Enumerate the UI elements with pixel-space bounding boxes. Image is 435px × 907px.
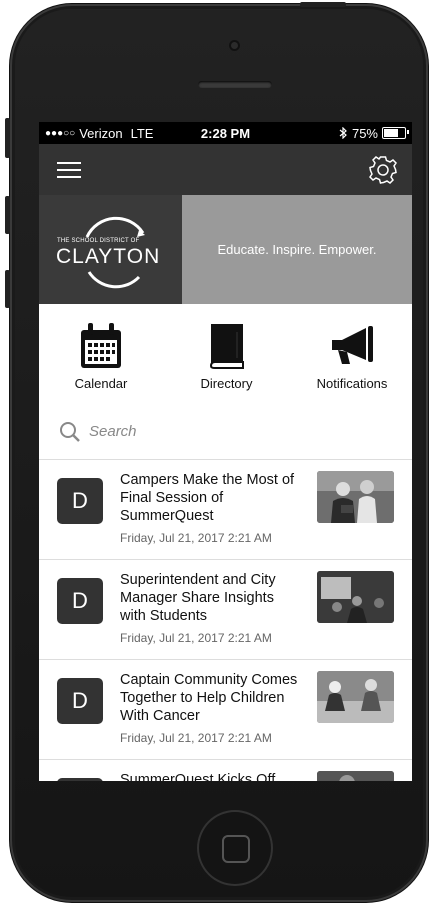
mute-switch[interactable] — [5, 118, 10, 158]
news-title: Campers Make the Most of Final Session o… — [120, 472, 295, 524]
news-title: SummerQuest Kicks Off — [120, 772, 276, 781]
avatar: D — [57, 678, 103, 724]
quicklink-calendar[interactable]: Calendar — [51, 304, 151, 404]
news-title: Captain Community Comes Together to Help… — [120, 672, 298, 724]
volume-down-button[interactable] — [5, 270, 10, 308]
news-date: Friday, Jul 21, 2017 2:21 AM — [120, 731, 272, 745]
news-item[interactable]: D Superintendent and City Manager Share … — [39, 560, 412, 660]
news-date: Friday, Jul 21, 2017 2:21 AM — [120, 631, 272, 645]
app-screen: ●●●○○ Verizon LTE 2:28 PM 75% THE SCHOOL… — [39, 122, 412, 781]
news-date: Friday, Jul 21, 2017 2:21 AM — [120, 531, 272, 545]
district-banner: THE SCHOOL DISTRICT OF CLAYTON Educate. … — [39, 195, 412, 304]
news-list: D Campers Make the Most of Final Session… — [39, 460, 412, 781]
quick-links: Calendar Directory Notifications — [39, 304, 412, 404]
logo-title: CLAYTON — [56, 245, 161, 268]
news-title: Superintendent and City Manager Share In… — [120, 572, 276, 624]
megaphone-icon — [332, 326, 373, 364]
news-thumbnail — [317, 671, 394, 723]
news-thumbnail — [317, 471, 394, 523]
menu-icon[interactable] — [57, 161, 81, 178]
status-time: 2:28 PM — [200, 125, 251, 141]
front-camera — [229, 40, 240, 51]
search-icon — [60, 421, 80, 442]
search-input[interactable]: Search — [89, 423, 137, 440]
logo-subtitle: THE SCHOOL DISTRICT OF — [57, 238, 140, 244]
news-item[interactable]: D Campers Make the Most of Final Session… — [39, 460, 412, 560]
calendar-icon — [81, 323, 121, 368]
avatar: D — [57, 578, 103, 624]
quicklink-label: Directory — [200, 376, 253, 391]
avatar: D — [57, 778, 103, 781]
tagline: Educate. Inspire. Empower. — [182, 195, 412, 304]
battery-icon — [382, 127, 409, 139]
news-item[interactable]: D SummerQuest Kicks Off — [39, 760, 412, 781]
quicklink-directory[interactable]: Directory — [177, 304, 277, 404]
news-thumbnail — [317, 771, 394, 781]
home-square-icon — [222, 835, 250, 863]
avatar: D — [57, 478, 103, 524]
quicklink-notifications[interactable]: Notifications — [302, 304, 402, 404]
search-bar[interactable]: Search — [39, 404, 412, 460]
volume-up-button[interactable] — [5, 196, 10, 234]
quicklink-label: Notifications — [316, 376, 388, 391]
status-bar: ●●●○○ Verizon LTE 2:28 PM 75% — [39, 122, 412, 144]
district-logo: THE SCHOOL DISTRICT OF CLAYTON — [39, 195, 182, 304]
earpiece-speaker — [198, 81, 272, 88]
battery-fill — [384, 129, 398, 137]
gear-icon[interactable] — [368, 155, 398, 185]
nav-bar — [39, 144, 412, 195]
book-icon — [209, 324, 244, 369]
home-button[interactable] — [197, 810, 273, 886]
power-button[interactable] — [300, 2, 346, 7]
quicklink-label: Calendar — [74, 376, 128, 391]
news-item[interactable]: D Captain Community Comes Together to He… — [39, 660, 412, 760]
news-thumbnail — [317, 571, 394, 623]
